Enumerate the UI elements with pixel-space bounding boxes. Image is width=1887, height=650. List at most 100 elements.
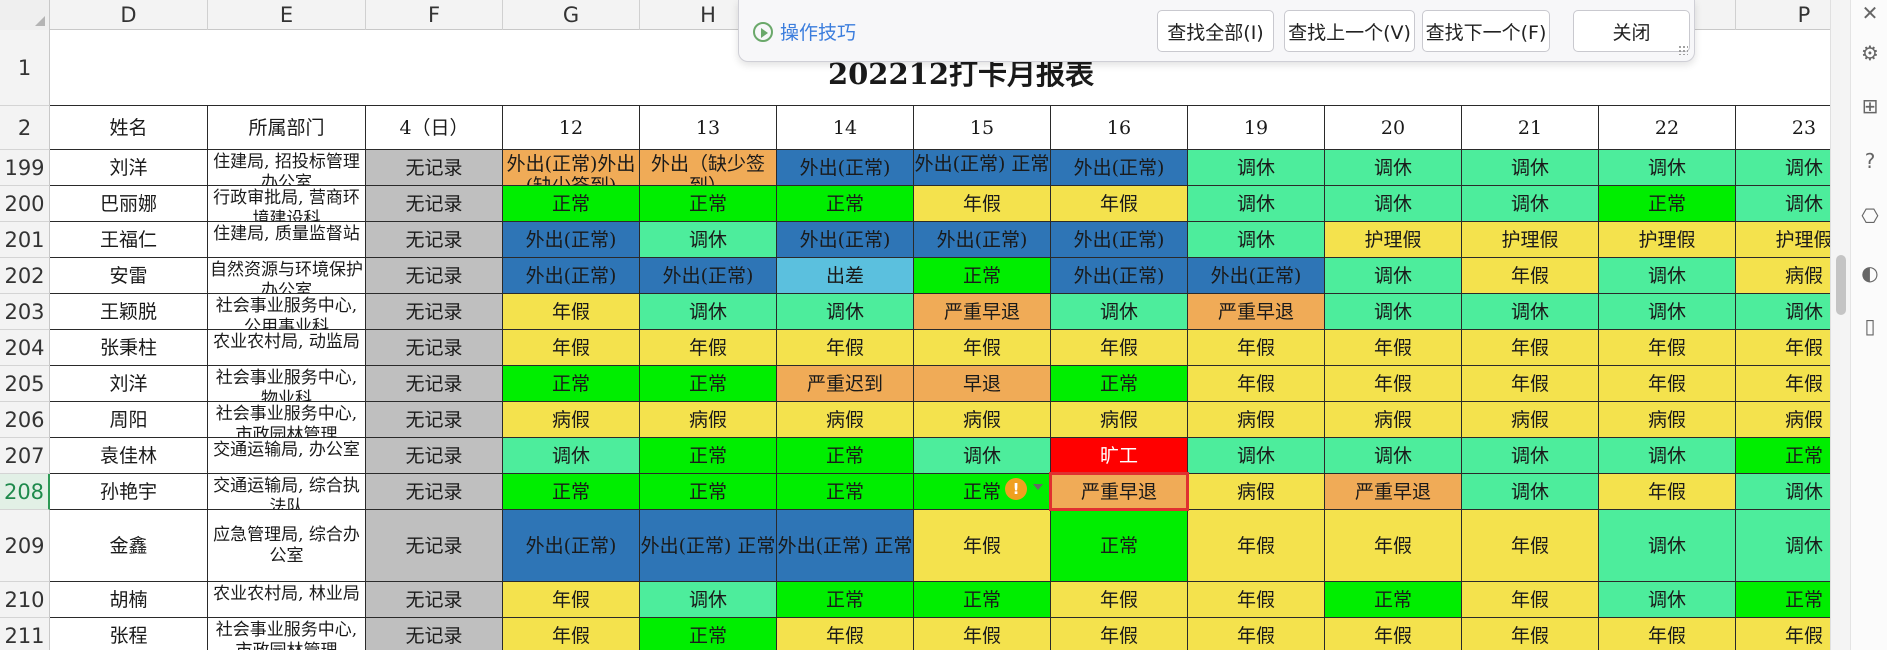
employee-name[interactable]: 王颖脱 <box>50 294 208 330</box>
header-day-14[interactable]: 14 <box>777 106 914 150</box>
attendance-cell[interactable]: 正常 <box>914 474 1051 510</box>
attendance-cell[interactable]: 调休 <box>1599 258 1736 294</box>
attendance-cell[interactable]: 正常 <box>1736 438 1830 474</box>
no-record-cell[interactable]: 无记录 <box>366 474 503 510</box>
attendance-cell[interactable]: 年假 <box>1325 510 1462 582</box>
column-header-P[interactable]: P <box>1736 0 1830 30</box>
header-day-20[interactable]: 20 <box>1325 106 1462 150</box>
attendance-cell[interactable]: 护理假 <box>1325 222 1462 258</box>
row-header-208[interactable]: 208 <box>0 474 50 510</box>
help-icon[interactable]: ⊞ <box>1859 95 1881 117</box>
attendance-cell[interactable]: 调休 <box>777 294 914 330</box>
attendance-cell[interactable]: 正常 <box>503 474 640 510</box>
header-day-16[interactable]: 16 <box>1051 106 1188 150</box>
header-day-15[interactable]: 15 <box>914 106 1051 150</box>
attendance-cell[interactable]: 外出(正常) <box>914 222 1051 258</box>
no-record-cell[interactable]: 无记录 <box>366 294 503 330</box>
attendance-cell[interactable]: 调休 <box>1736 510 1830 582</box>
attendance-cell[interactable]: 调休 <box>1462 186 1599 222</box>
column-header-G[interactable]: G <box>503 0 640 30</box>
attendance-cell[interactable]: 年假 <box>1051 330 1188 366</box>
resize-grip-icon[interactable] <box>1678 45 1688 55</box>
attendance-cell[interactable]: 年假 <box>503 294 640 330</box>
attendance-cell[interactable]: 调休 <box>1736 186 1830 222</box>
attendance-cell[interactable]: 正常 <box>914 582 1051 618</box>
attendance-cell[interactable]: 年假 <box>1599 366 1736 402</box>
attendance-cell[interactable]: 调休 <box>1325 438 1462 474</box>
attendance-cell[interactable]: 调休 <box>1599 582 1736 618</box>
attendance-cell[interactable]: 年假 <box>914 330 1051 366</box>
attendance-cell[interactable]: 年假 <box>503 618 640 650</box>
department[interactable]: 社会事业服务中心, 市政园林管理 <box>208 618 366 650</box>
attendance-cell[interactable]: 调休 <box>1599 438 1736 474</box>
spreadsheet-grid[interactable]: DEFGHIJKLMNOP 1202212打卡月报表2姓名所属部门4（日）121… <box>0 0 1830 650</box>
header-day-19[interactable]: 19 <box>1188 106 1325 150</box>
employee-name[interactable]: 王福仁 <box>50 222 208 258</box>
department[interactable]: 社会事业服务中心, 市政园林管理 <box>208 402 366 438</box>
attendance-cell[interactable]: 外出(正常) <box>777 150 914 186</box>
attendance-cell[interactable]: 年假 <box>777 618 914 650</box>
department[interactable]: 自然资源与环境保护办公室 <box>208 258 366 294</box>
header-dept[interactable]: 所属部门 <box>208 106 366 150</box>
attendance-cell[interactable]: 病假 <box>1188 474 1325 510</box>
row-header-202[interactable]: 202 <box>0 258 50 294</box>
no-record-cell[interactable]: 无记录 <box>366 186 503 222</box>
row-header-204[interactable]: 204 <box>0 330 50 366</box>
attendance-cell[interactable]: 调休 <box>1051 294 1188 330</box>
employee-name[interactable]: 胡楠 <box>50 582 208 618</box>
attendance-cell[interactable]: 正常 <box>640 618 777 650</box>
attendance-cell[interactable]: 旷工 <box>1051 438 1188 474</box>
department[interactable]: 交通运输局, 综合执法队 <box>208 474 366 510</box>
share-icon[interactable]: ? <box>1859 150 1881 172</box>
header-day-21[interactable]: 21 <box>1462 106 1599 150</box>
attendance-cell[interactable]: 年假 <box>1462 258 1599 294</box>
attendance-cell[interactable]: 调休 <box>1188 222 1325 258</box>
department[interactable]: 住建局, 招投标管理办公室 <box>208 150 366 186</box>
attendance-cell[interactable]: 年假 <box>1325 366 1462 402</box>
attendance-cell[interactable]: 病假 <box>1051 402 1188 438</box>
attendance-cell[interactable]: 正常 <box>1325 582 1462 618</box>
attendance-cell[interactable]: 调休 <box>1325 150 1462 186</box>
attendance-cell[interactable]: 调休 <box>1736 294 1830 330</box>
attendance-cell[interactable]: 调休 <box>1325 186 1462 222</box>
attendance-cell[interactable]: 护理假 <box>1599 222 1736 258</box>
attendance-cell[interactable]: 年假 <box>914 186 1051 222</box>
attendance-cell[interactable]: 年假 <box>640 330 777 366</box>
attendance-cell[interactable]: 正常 <box>503 186 640 222</box>
row-header-2[interactable]: 2 <box>0 106 50 150</box>
attendance-cell[interactable]: 年假 <box>1736 618 1830 650</box>
department[interactable]: 社会事业服务中心, 物业科 <box>208 366 366 402</box>
attendance-cell[interactable]: 正常 <box>640 186 777 222</box>
row-header-201[interactable]: 201 <box>0 222 50 258</box>
department[interactable]: 住建局, 质量监督站 <box>208 222 366 258</box>
attendance-cell[interactable]: 正常 <box>914 258 1051 294</box>
row-header-211[interactable]: 211 <box>0 618 50 650</box>
attendance-cell[interactable]: 严重早退 <box>1188 294 1325 330</box>
error-warning-icon[interactable]: ! <box>1005 478 1027 500</box>
attendance-cell[interactable]: 年假 <box>1599 474 1736 510</box>
no-record-cell[interactable]: 无记录 <box>366 582 503 618</box>
attendance-cell[interactable]: 调休 <box>1462 474 1599 510</box>
employee-name[interactable]: 张秉柱 <box>50 330 208 366</box>
department[interactable]: 农业农村局, 动监局 <box>208 330 366 366</box>
attendance-cell[interactable]: 调休 <box>1599 510 1736 582</box>
attendance-cell[interactable]: 正常 <box>777 582 914 618</box>
attendance-cell[interactable]: 年假 <box>1188 618 1325 650</box>
attendance-cell[interactable]: 年假 <box>1188 330 1325 366</box>
attendance-cell[interactable]: 严重早退 <box>1051 474 1188 510</box>
panel-icon[interactable]: ▯ <box>1859 315 1881 337</box>
attendance-cell[interactable]: 出差 <box>777 258 914 294</box>
department[interactable]: 农业农村局, 林业局 <box>208 582 366 618</box>
attendance-cell[interactable]: 年假 <box>1051 618 1188 650</box>
find-previous-button[interactable]: 查找上一个(V) <box>1284 10 1415 52</box>
attendance-cell[interactable]: 年假 <box>1462 510 1599 582</box>
attendance-cell[interactable]: 调休 <box>1325 294 1462 330</box>
vertical-scrollbar[interactable] <box>1830 0 1850 650</box>
attendance-cell[interactable]: 外出(正常) <box>640 258 777 294</box>
attendance-cell[interactable]: 病假 <box>1188 402 1325 438</box>
header-day-12[interactable]: 12 <box>503 106 640 150</box>
attendance-cell[interactable]: 正常 <box>640 474 777 510</box>
attendance-cell[interactable]: 正常 <box>1051 510 1188 582</box>
employee-name[interactable]: 金鑫 <box>50 510 208 582</box>
no-record-cell[interactable]: 无记录 <box>366 222 503 258</box>
